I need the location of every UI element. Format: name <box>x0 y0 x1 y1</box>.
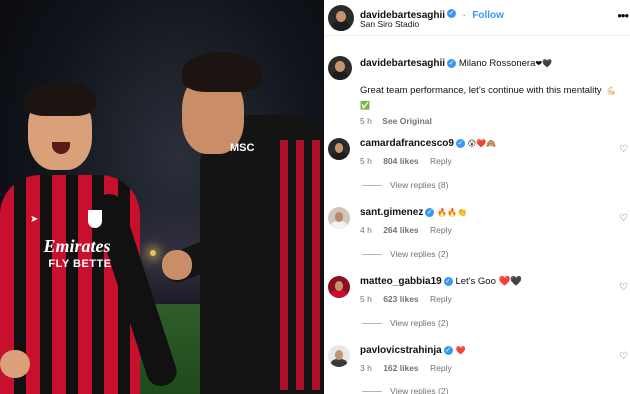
comment-row: pavlovicstrahinja ✓ ❤️ <box>360 345 465 356</box>
verified-badge-icon: ✓ <box>443 345 453 355</box>
comment-likes[interactable]: 264 likes <box>383 225 418 235</box>
view-replies-label: View replies (2) <box>390 386 449 394</box>
comment-likes[interactable]: 623 likes <box>383 294 418 304</box>
reply-button[interactable]: Reply <box>430 363 452 373</box>
view-replies[interactable]: View replies (2) <box>362 386 448 394</box>
comment-row: matteo_gabbia19 ✓ Let's Goo ❤️🖤 <box>360 276 522 287</box>
player-hair <box>182 52 262 92</box>
comment-likes[interactable]: 804 likes <box>383 156 418 166</box>
view-replies-label: View replies (2) <box>390 318 449 328</box>
caption-title-row: davidebartesaghii ✓ Milano Rossonera❤🖤 <box>360 58 552 69</box>
comment-item: sant.gimenez ✓ 🔥🔥👏 4 h 264 likes Reply Vi… <box>324 207 630 267</box>
caption-body: Great team performance, let’s continue w… <box>360 82 628 112</box>
commenter-avatar[interactable] <box>328 345 350 367</box>
shirt-brand: MSC <box>230 142 255 154</box>
comment-row: camardafrancesco9 ✓ 😮❤️🙈 <box>360 138 496 149</box>
verified-badge-icon: ✓ <box>447 58 457 68</box>
follow-button[interactable]: Follow <box>472 10 504 21</box>
comment-meta: 5 h 623 likes Reply <box>360 294 461 304</box>
commenter-avatar[interactable] <box>328 207 350 229</box>
commenter-username[interactable]: matteo_gabbia19 <box>360 276 442 287</box>
comment-time: 4 h <box>360 225 372 235</box>
club-crest-icon <box>88 210 102 228</box>
heart-icon[interactable]: ♡ <box>619 213 628 224</box>
caption-username[interactable]: davidebartesaghii <box>360 58 445 69</box>
view-replies-label: View replies (2) <box>390 249 449 259</box>
puma-logo-icon: ➤ <box>30 214 39 225</box>
comment-meta: 4 h 264 likes Reply <box>360 225 461 235</box>
post-photo[interactable]: Emirates FLY BETTE ➤ MSC <box>0 0 324 394</box>
verified-badge-icon: ✓ <box>447 9 457 19</box>
comment-text: Let's Goo ❤️🖤 <box>455 276 523 287</box>
more-horizontal-icon[interactable]: ••• <box>617 8 629 23</box>
author-avatar[interactable] <box>328 5 354 31</box>
verified-badge-icon: ✓ <box>455 138 465 148</box>
view-replies-label: View replies (8) <box>390 180 449 190</box>
commenter-avatar[interactable] <box>328 138 350 160</box>
caption-meta: 5 h See Original <box>360 111 432 129</box>
caption-time: 5 h <box>360 116 372 126</box>
player-hair <box>24 82 96 116</box>
comment-item: camardafrancesco9 ✓ 😮❤️🙈 5 h 804 likes Re… <box>324 138 630 198</box>
reply-button[interactable]: Reply <box>430 294 452 304</box>
location-link[interactable]: San Siro Stadio <box>360 19 419 29</box>
comment-row: sant.gimenez ✓ 🔥🔥👏 <box>360 207 467 218</box>
comment-text: 🔥🔥👏 <box>437 208 468 217</box>
verified-badge-icon: ✓ <box>443 276 453 286</box>
comment-likes[interactable]: 162 likes <box>383 363 418 373</box>
view-replies[interactable]: View replies (2) <box>362 249 448 259</box>
heart-icon[interactable]: ♡ <box>619 144 628 155</box>
shirt-stripe-detail <box>280 140 320 390</box>
player-right: MSC <box>158 50 324 394</box>
shirt-sponsor: Emirates <box>43 236 111 256</box>
heart-icon[interactable]: ♡ <box>619 351 628 362</box>
caption-title-emoji: ❤🖤 <box>535 59 553 68</box>
commenter-username[interactable]: pavlovicstrahinja <box>360 345 442 356</box>
caption-avatar[interactable] <box>328 56 352 80</box>
post-header: davidebartesaghii ✓ · Follow San Siro Sta… <box>324 0 630 36</box>
reply-button[interactable]: Reply <box>430 156 452 166</box>
comment-time: 5 h <box>360 294 372 304</box>
caption-title: Milano Rossonera <box>458 58 536 69</box>
commenter-username[interactable]: sant.gimenez <box>360 207 423 218</box>
comment-meta: 5 h 804 likes Reply <box>360 156 461 166</box>
comment-item: pavlovicstrahinja ✓ ❤️ 3 h 162 likes Repl… <box>324 345 630 394</box>
player-left: Emirates FLY BETTE ➤ <box>0 80 181 394</box>
caption: davidebartesaghii ✓ Milano Rossonera❤🖤 Gr… <box>324 54 630 126</box>
comment-time: 5 h <box>360 156 372 166</box>
comment-text: 😮❤️🙈 <box>467 139 496 148</box>
commenter-username[interactable]: camardafrancesco9 <box>360 138 454 149</box>
view-replies[interactable]: View replies (2) <box>362 318 448 328</box>
player-fist <box>0 350 30 378</box>
verified-badge-icon: ✓ <box>425 207 435 217</box>
comment-meta: 3 h 162 likes Reply <box>360 363 461 373</box>
reply-button[interactable]: Reply <box>430 225 452 235</box>
view-replies[interactable]: View replies (8) <box>362 180 448 190</box>
see-original-link[interactable]: See Original <box>382 116 432 126</box>
comment-time: 3 h <box>360 363 372 373</box>
comment-item: matteo_gabbia19 ✓ Let's Goo ❤️🖤 5 h 623 l… <box>324 276 630 336</box>
caption-text: Great team performance, let’s continue w… <box>360 85 602 96</box>
comment-text: ❤️ <box>455 346 466 355</box>
player-fist <box>162 250 192 280</box>
heart-icon[interactable]: ♡ <box>619 282 628 293</box>
shirt-sponsor-sub: FLY BETTE <box>48 258 112 270</box>
commenter-avatar[interactable] <box>328 276 350 298</box>
post-side-panel: davidebartesaghii ✓ · Follow San Siro Sta… <box>324 0 630 394</box>
